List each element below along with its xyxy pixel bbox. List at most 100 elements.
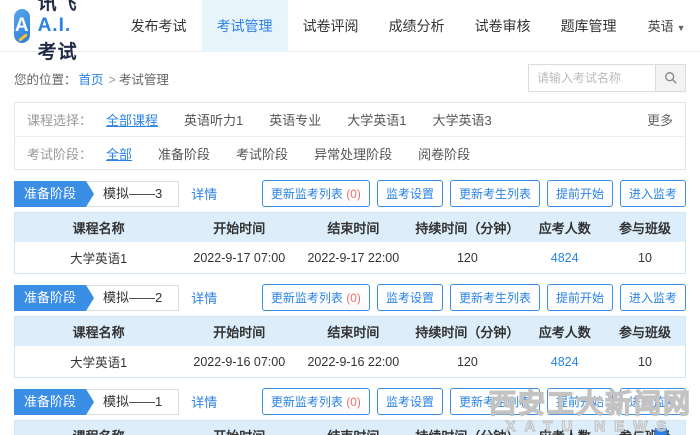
chevron-down-icon: ▼	[677, 23, 686, 33]
col-start-time: 开始时间	[182, 213, 296, 243]
col-end-time: 结束时间	[296, 317, 410, 347]
menu-item-publish-exam[interactable]: 发布考试	[116, 0, 202, 52]
filter-option-all-stages[interactable]: 全部	[106, 144, 132, 163]
exam-card: 准备阶段 模拟——1 详情 更新监考列表 (0) 监考设置 更新考生列表 提前开…	[14, 388, 686, 435]
filter-option-course-4[interactable]: 大学英语3	[433, 110, 492, 129]
cell-end-time: 2022-9-16 22:00	[296, 346, 410, 378]
proctor-count-badge: (0)	[346, 395, 361, 409]
breadcrumb-home-link[interactable]: 首页	[79, 73, 104, 87]
navbar-right: 英语▼ 王亚军▼ 返回平台	[632, 16, 700, 35]
col-end-time: 结束时间	[296, 213, 410, 243]
menu-item-exam-management[interactable]: 考试管理	[202, 0, 288, 52]
proctor-settings-button[interactable]: 监考设置	[377, 180, 443, 207]
update-candidate-list-button[interactable]: 更新考生列表	[450, 284, 540, 311]
menu-item-paper-review[interactable]: 试卷评阅	[288, 0, 374, 52]
update-candidate-list-button[interactable]: 更新考生列表	[450, 180, 540, 207]
exam-card: 准备阶段 模拟——3 详情 更新监考列表 (0) 监考设置 更新考生列表 提前开…	[14, 180, 686, 274]
filter-option-stage-marking[interactable]: 阅卷阶段	[418, 144, 470, 163]
candidates-count-link[interactable]: 4824	[551, 251, 579, 265]
col-candidates: 应考人数	[524, 317, 605, 347]
col-course-name: 课程名称	[15, 421, 183, 435]
exam-actions: 更新监考列表 (0) 监考设置 更新考生列表 提前开始 进入监考	[255, 388, 686, 415]
breadcrumb-prefix: 您的位置：	[14, 73, 77, 87]
topbar: 您的位置：首页>考试管理	[0, 52, 700, 100]
update-candidate-list-button[interactable]: 更新考生列表	[450, 388, 540, 415]
col-end-time: 结束时间	[296, 421, 410, 435]
exam-card: 准备阶段 模拟——2 详情 更新监考列表 (0) 监考设置 更新考生列表 提前开…	[14, 284, 686, 378]
detail-link[interactable]: 详情	[191, 288, 217, 307]
cell-course-name: 大学英语1	[15, 242, 183, 274]
enter-proctor-button[interactable]: 进入监考	[620, 284, 686, 311]
filter-row-stage: 考试阶段： 全部 准备阶段 考试阶段 异常处理阶段 阅卷阶段	[15, 136, 685, 169]
filter-option-course-3[interactable]: 大学英语1	[347, 110, 406, 129]
update-proctor-list-label: 更新监考列表	[271, 291, 343, 305]
start-early-button[interactable]: 提前开始	[547, 284, 613, 311]
table-row: 大学英语1 2022-9-17 07:00 2022-9-17 22:00 12…	[15, 242, 686, 274]
language-selector[interactable]: 英语▼	[648, 16, 686, 35]
filter-option-stage-prepare[interactable]: 准备阶段	[158, 144, 210, 163]
search-button[interactable]	[656, 64, 686, 92]
cell-classes: 10	[605, 346, 686, 378]
filter-label-course: 课程选择：	[27, 110, 92, 129]
stage-badge: 准备阶段	[14, 285, 86, 311]
enter-proctor-button[interactable]: 进入监考	[620, 180, 686, 207]
detail-link[interactable]: 详情	[191, 184, 217, 203]
exam-name: 模拟——2	[84, 285, 179, 311]
exam-card-head: 准备阶段 模拟——3 详情 更新监考列表 (0) 监考设置 更新考生列表 提前开…	[14, 180, 686, 207]
col-course-name: 课程名称	[15, 213, 183, 243]
detail-link[interactable]: 详情	[191, 392, 217, 411]
exam-name: 模拟——1	[84, 389, 179, 415]
col-classes: 参与班级	[605, 317, 686, 347]
start-early-button[interactable]: 提前开始	[547, 388, 613, 415]
update-proctor-list-button[interactable]: 更新监考列表 (0)	[262, 180, 370, 207]
exam-table-header-row: 课程名称 开始时间 结束时间 持续时间（分钟） 应考人数 参与班级	[15, 213, 686, 243]
col-course-name: 课程名称	[15, 317, 183, 347]
cell-start-time: 2022-9-16 07:00	[182, 346, 296, 378]
cell-duration: 120	[410, 242, 524, 274]
filter-option-stage-exam[interactable]: 考试阶段	[236, 144, 288, 163]
exam-table-header-row: 课程名称 开始时间 结束时间 持续时间（分钟） 应考人数 参与班级	[15, 421, 686, 435]
stage-badge: 准备阶段	[14, 181, 86, 207]
top-navbar: A 讯飞A.I.考试 发布考试 考试管理 试卷评阅 成绩分析 试卷审核 题库管理…	[0, 0, 700, 52]
update-proctor-list-label: 更新监考列表	[271, 187, 343, 201]
filter-option-stage-exception[interactable]: 异常处理阶段	[314, 144, 392, 163]
filter-option-course-1[interactable]: 英语听力1	[184, 110, 243, 129]
cell-duration: 120	[410, 346, 524, 378]
proctor-count-badge: (0)	[346, 187, 361, 201]
app-title: 讯飞A.I. 考试	[38, 0, 90, 64]
search-input[interactable]	[528, 64, 656, 92]
start-early-button[interactable]: 提前开始	[547, 180, 613, 207]
more-courses-button[interactable]: 更多	[647, 110, 673, 129]
language-label: 英语	[648, 19, 674, 34]
update-proctor-list-button[interactable]: 更新监考列表 (0)	[262, 388, 370, 415]
col-duration: 持续时间（分钟）	[410, 317, 524, 347]
filter-panel: 课程选择： 全部课程 英语听力1 英语专业 大学英语1 大学英语3 更多 考试阶…	[14, 102, 686, 170]
breadcrumb-separator: >	[109, 73, 116, 87]
app-title-ai: A.I.	[38, 15, 72, 36]
menu-item-score-analysis[interactable]: 成绩分析	[374, 0, 460, 52]
breadcrumb: 您的位置：首页>考试管理	[14, 69, 169, 88]
exam-card-head: 准备阶段 模拟——1 详情 更新监考列表 (0) 监考设置 更新考生列表 提前开…	[14, 388, 686, 415]
proctor-count-badge: (0)	[346, 291, 361, 305]
exam-card-head: 准备阶段 模拟——2 详情 更新监考列表 (0) 监考设置 更新考生列表 提前开…	[14, 284, 686, 311]
col-duration: 持续时间（分钟）	[410, 213, 524, 243]
menu-item-question-bank[interactable]: 题库管理	[546, 0, 632, 52]
exam-table: 课程名称 开始时间 结束时间 持续时间（分钟） 应考人数 参与班级 大学英语1 …	[14, 316, 686, 378]
cell-classes: 10	[605, 242, 686, 274]
filter-option-all-courses[interactable]: 全部课程	[106, 110, 158, 129]
filter-label-stage: 考试阶段：	[27, 144, 92, 163]
app-title-brand: 讯飞	[38, 0, 78, 14]
cell-course-name: 大学英语1	[15, 346, 183, 378]
filter-option-course-2[interactable]: 英语专业	[269, 110, 321, 129]
candidates-count-link[interactable]: 4824	[551, 355, 579, 369]
proctor-settings-button[interactable]: 监考设置	[377, 284, 443, 311]
corner-blue-square	[655, 428, 667, 435]
app-title-suffix: 考试	[38, 42, 78, 63]
enter-proctor-button[interactable]: 进入监考	[620, 388, 686, 415]
proctor-settings-button[interactable]: 监考设置	[377, 388, 443, 415]
menu-item-paper-audit[interactable]: 试卷审核	[460, 0, 546, 52]
main-menu: 发布考试 考试管理 试卷评阅 成绩分析 试卷审核 题库管理	[116, 0, 632, 52]
update-proctor-list-label: 更新监考列表	[271, 395, 343, 409]
col-classes: 参与班级	[605, 213, 686, 243]
update-proctor-list-button[interactable]: 更新监考列表 (0)	[262, 284, 370, 311]
